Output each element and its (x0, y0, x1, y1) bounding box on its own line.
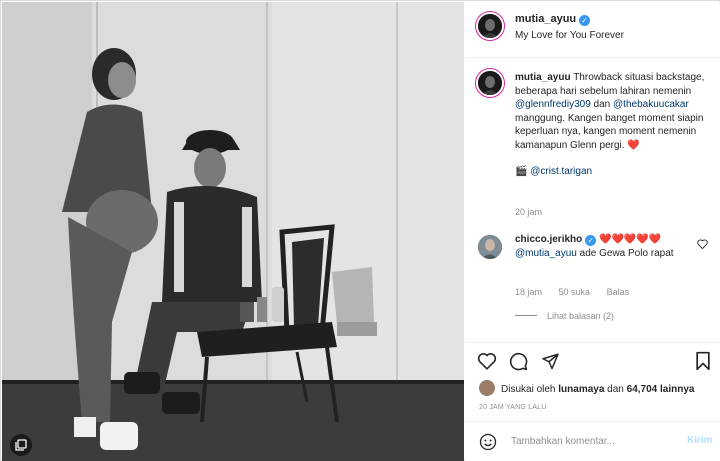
posted-ago[interactable]: 20 JAM YANG LALU (479, 404, 547, 411)
post-comment-button[interactable]: Kirim (687, 435, 713, 446)
likes-count[interactable]: 64,704 lainnya (627, 384, 695, 395)
multi-photo-icon (10, 434, 32, 456)
reply-button[interactable]: Balas (607, 287, 630, 297)
likes-avatar[interactable] (479, 380, 495, 396)
comment-time[interactable]: 18 jam (515, 287, 542, 297)
header-username[interactable]: mutia_ayuu (515, 13, 576, 25)
comment-like-icon[interactable] (697, 239, 708, 249)
post-frame: mutia_ayuu ✓ My Love for You Forever muti… (0, 0, 720, 461)
comment-body: ade Gewa Polo rapat (576, 247, 674, 259)
view-replies-label[interactable]: Lihat balasan (2) (547, 311, 614, 321)
comment-text: chicco.jerikho ✓ ❤️❤️❤️❤️❤️ @mutia_ayuu a… (515, 233, 685, 260)
caption-mention-2[interactable]: @thebakuucakar (613, 99, 689, 110)
caption-text-3: manggung. Kangen banget moment siapin ke… (515, 112, 704, 151)
caption-mention-1[interactable]: @glennfrediy309 (515, 99, 591, 110)
add-comment-bar: Tambahkan komentar... Kirim (465, 421, 720, 461)
comment-likes[interactable]: 50 suka (559, 287, 591, 297)
comment-mention[interactable]: @mutia_ayuu (515, 248, 577, 259)
header-subtitle[interactable]: My Love for You Forever (515, 30, 624, 41)
comment-input[interactable]: Tambahkan komentar... (511, 436, 615, 447)
comments-area: mutia_ayuu Throwback situasi backstage, … (465, 59, 720, 342)
caption-credit: 🎬 @crist.tarigan (515, 165, 715, 179)
bookmark-icon[interactable] (695, 351, 711, 371)
comment-meta: 18 jam 50 suka Balas (515, 287, 643, 297)
view-replies[interactable]: Lihat balasan (2) (515, 311, 614, 321)
comment-avatar[interactable] (478, 235, 502, 259)
emoji-icon[interactable] (479, 433, 497, 451)
comment-username[interactable]: chicco.jerikho (515, 234, 582, 245)
caption-text: mutia_ayuu Throwback situasi backstage, … (515, 71, 715, 178)
backstage-photo (2, 2, 464, 461)
caption-heart: ❤️ (627, 139, 640, 151)
caption-time[interactable]: 20 jam (515, 207, 542, 217)
verified-icon: ✓ (579, 15, 591, 26)
clapper-icon: 🎬 (515, 165, 528, 177)
caption-avatar[interactable] (478, 71, 502, 95)
caption-credit-mention[interactable]: @crist.tarigan (530, 166, 592, 177)
likes-prefix: Disukai oleh (501, 384, 559, 395)
likes-summary: Disukai oleh lunamaya dan 64,704 lainnya (479, 380, 694, 396)
verified-icon: ✓ (585, 235, 597, 246)
heart-icon[interactable] (477, 352, 497, 370)
share-icon[interactable] (541, 352, 560, 370)
comment-icon[interactable] (509, 352, 528, 371)
likes-middle: dan (604, 384, 627, 395)
likes-user[interactable]: lunamaya (558, 384, 604, 395)
comment-hearts: ❤️❤️❤️❤️❤️ (599, 234, 662, 245)
post-photo[interactable] (2, 2, 464, 461)
replies-divider (515, 315, 537, 316)
header-username-row: mutia_ayuu ✓ (515, 13, 591, 26)
caption-username[interactable]: mutia_ayuu (515, 72, 571, 83)
post-sidebar: mutia_ayuu ✓ My Love for You Forever muti… (465, 2, 720, 461)
post-header: mutia_ayuu ✓ My Love for You Forever (465, 2, 720, 58)
action-bar (465, 342, 720, 378)
caption-text-2: dan (590, 99, 614, 111)
avatar[interactable] (478, 14, 502, 38)
